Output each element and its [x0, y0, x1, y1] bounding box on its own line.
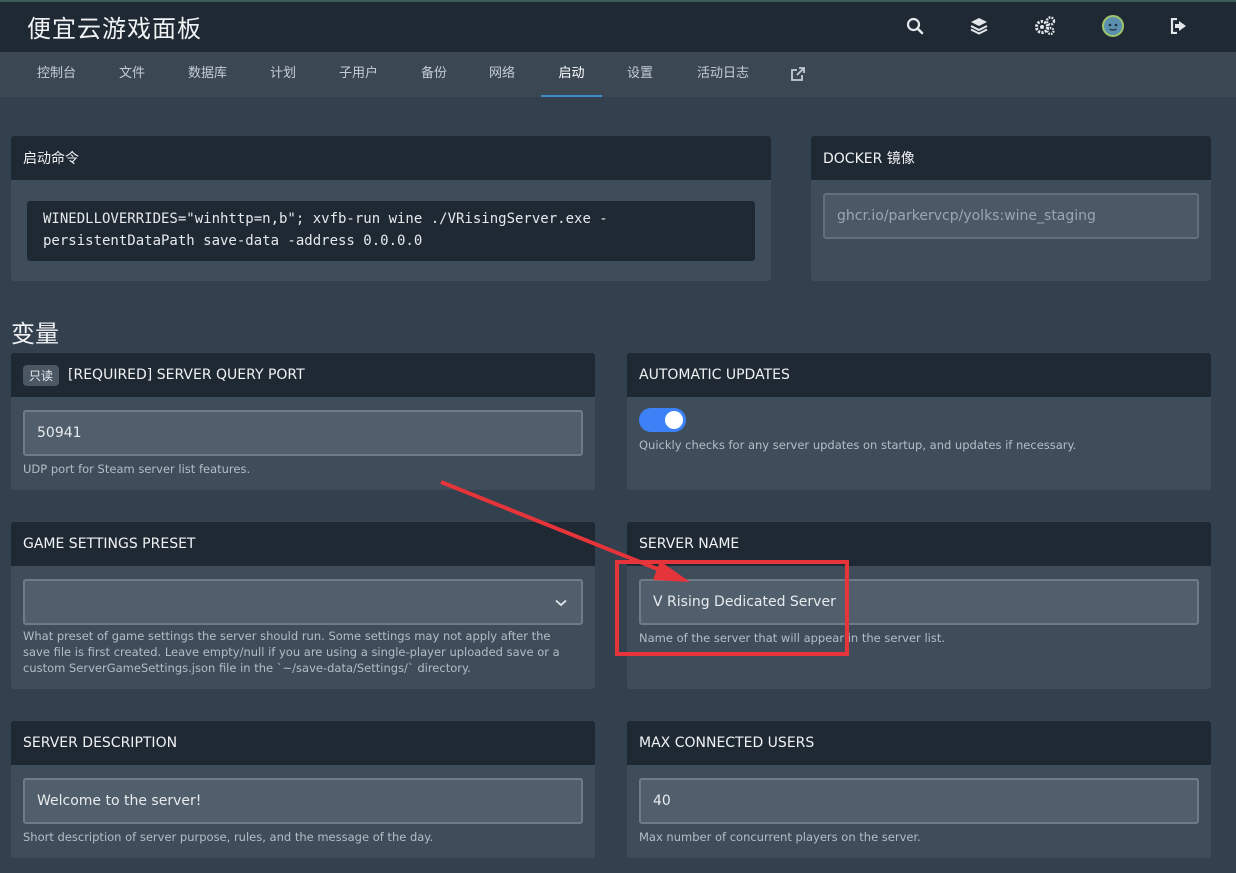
read-only-badge: 只读	[23, 364, 60, 386]
auto-updates-card: AUTOMATIC UPDATES Quickly checks for any…	[627, 353, 1211, 490]
cogs-icon[interactable]	[1033, 14, 1057, 38]
server-description-label: SERVER DESCRIPTION	[11, 721, 595, 765]
server-description-input[interactable]: Welcome to the server!	[23, 778, 583, 824]
query-port-header: 只读 [REQUIRED] SERVER QUERY PORT	[11, 353, 595, 397]
tab-databases[interactable]: 数据库	[185, 52, 230, 97]
server-description-card: SERVER DESCRIPTION Welcome to the server…	[11, 721, 595, 858]
startup-command-title: 启动命令	[11, 136, 771, 180]
query-port-card: 只读 [REQUIRED] SERVER QUERY PORT 50941 UD…	[11, 353, 595, 490]
server-description-help: Short description of server purpose, rul…	[23, 830, 434, 844]
game-preset-select[interactable]	[23, 579, 583, 625]
game-preset-card: GAME SETTINGS PRESET What preset of game…	[11, 522, 595, 689]
tab-startup[interactable]: 启动	[541, 52, 602, 97]
tab-network[interactable]: 网络	[487, 52, 517, 97]
external-link-icon[interactable]	[788, 52, 808, 97]
game-preset-help-line-2: save file is first created. Leave empty/…	[23, 645, 560, 659]
top-bar: 便宜云游戏面板	[0, 0, 1236, 52]
game-preset-help-line-1: What preset of game settings the server …	[23, 629, 551, 643]
tab-files[interactable]: 文件	[117, 52, 147, 97]
auto-updates-toggle[interactable]	[639, 408, 686, 432]
max-users-input[interactable]: 40	[639, 778, 1199, 824]
query-port-input[interactable]: 50941	[23, 410, 583, 456]
search-icon[interactable]	[903, 14, 927, 38]
docker-image-title: DOCKER 镜像	[811, 136, 1211, 180]
query-port-help: UDP port for Steam server list features.	[23, 462, 251, 476]
startup-command-line-2: persistentDataPath save-data -address 0.…	[43, 233, 423, 249]
max-users-label: MAX CONNECTED USERS	[627, 721, 1211, 765]
sub-navigation: 控制台 文件 数据库 计划 子用户 备份 网络 启动 设置 活动日志	[0, 52, 1236, 97]
annotation-highlight-box	[615, 560, 849, 656]
tab-console[interactable]: 控制台	[34, 52, 79, 97]
docker-image-field[interactable]: ghcr.io/parkervcp/yolks:wine_staging	[823, 193, 1199, 239]
tab-activity-log[interactable]: 活动日志	[693, 52, 753, 97]
docker-image-card: DOCKER 镜像 ghcr.io/parkervcp/yolks:wine_s…	[811, 136, 1211, 281]
tab-schedules[interactable]: 计划	[268, 52, 298, 97]
max-users-card: MAX CONNECTED USERS 40 Max number of con…	[627, 721, 1211, 858]
brand-title[interactable]: 便宜云游戏面板	[27, 9, 202, 44]
toggle-knob	[665, 411, 683, 429]
startup-command-card: 启动命令 WINEDLLOVERRIDES="winhttp=n,b"; xvf…	[11, 136, 771, 281]
tab-settings[interactable]: 设置	[625, 52, 655, 97]
startup-command[interactable]: WINEDLLOVERRIDES="winhttp=n,b"; xvfb-run…	[27, 201, 755, 261]
logout-icon[interactable]	[1167, 14, 1191, 38]
query-port-label: [REQUIRED] SERVER QUERY PORT	[68, 367, 305, 383]
game-preset-help: What preset of game settings the server …	[23, 628, 583, 676]
avatar-icon[interactable]	[1101, 14, 1125, 38]
startup-command-line-1: WINEDLLOVERRIDES="winhttp=n,b"; xvfb-run…	[43, 211, 608, 227]
layers-icon[interactable]	[967, 14, 991, 38]
game-preset-help-line-3: custom ServerGameSettings.json file in t…	[23, 661, 471, 675]
auto-updates-label: AUTOMATIC UPDATES	[627, 353, 1211, 397]
tab-backups[interactable]: 备份	[419, 52, 449, 97]
game-preset-label: GAME SETTINGS PRESET	[11, 522, 595, 566]
variables-heading: 变量	[11, 320, 59, 348]
auto-updates-help: Quickly checks for any server updates on…	[639, 438, 1077, 452]
chevron-down-icon	[555, 595, 567, 611]
tab-subusers[interactable]: 子用户	[336, 52, 381, 97]
max-users-help: Max number of concurrent players on the …	[639, 830, 921, 844]
